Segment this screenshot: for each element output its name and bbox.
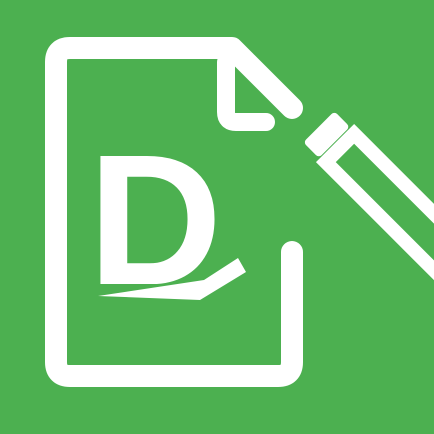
pencil-icon [304, 112, 434, 294]
document-edit-icon: D [45, 37, 434, 387]
pencil-body [315, 123, 434, 294]
app-icon: D [0, 0, 434, 434]
